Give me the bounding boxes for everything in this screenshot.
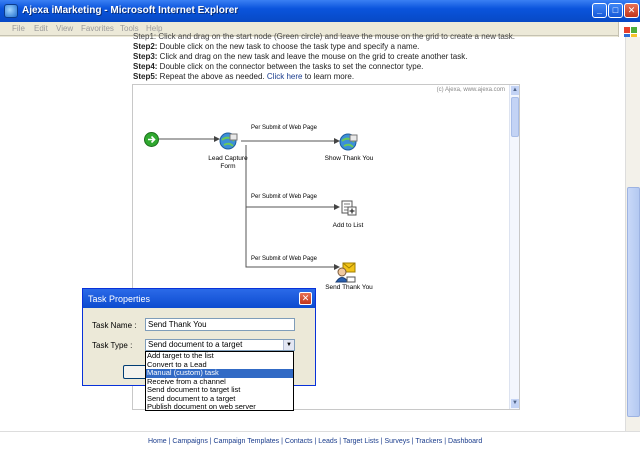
task-type-dropdown-list[interactable]: Add target to the list Convert to a Lead… <box>145 351 294 411</box>
web-page-task-icon[interactable] <box>339 132 359 152</box>
start-node-icon[interactable] <box>144 132 159 147</box>
node-label-lead-capture: Lead Capture Form <box>208 155 248 170</box>
window-titlebar: Ajexa iMarketing - Microsoft Internet Ex… <box>0 0 640 22</box>
maximize-button[interactable]: □ <box>608 3 623 18</box>
menu-file[interactable]: File <box>12 24 25 33</box>
menu-view[interactable]: View <box>56 24 73 33</box>
menu-edit[interactable]: Edit <box>34 24 48 33</box>
node-label-send-thank-you: Send Thank You <box>325 284 373 291</box>
step3-label: Step3: <box>133 52 158 61</box>
footer-link-campaigns[interactable]: Campaigns <box>172 438 207 445</box>
step3-text: Step3: Click and drag on the new task an… <box>133 52 467 61</box>
task-type-value: Send document to a target <box>148 340 243 349</box>
step5-tail: to learn more. <box>302 72 355 81</box>
menu-favorites[interactable]: Favorites <box>81 24 114 33</box>
step1-text: Step1: Click and drag on the start node … <box>133 32 515 41</box>
footer-link-leads[interactable]: Leads <box>318 438 337 445</box>
footer-link-home[interactable]: Home <box>148 438 167 445</box>
step2-text: Step2: Double click on the new task to c… <box>133 42 419 51</box>
edge-label[interactable]: Per Submit of Web Page <box>251 125 317 131</box>
task-name-input[interactable]: Send Thank You <box>145 318 295 331</box>
learn-more-link[interactable]: Click here <box>267 72 303 81</box>
canvas-scroll-down-icon[interactable]: ▼ <box>511 399 519 408</box>
step2-label: Step2: <box>133 42 158 51</box>
footer-link-surveys[interactable]: Surveys <box>384 438 409 445</box>
step2-body: Double click on the new task to choose t… <box>157 42 420 51</box>
dialog-titlebar[interactable]: Task Properties ✕ <box>83 289 315 308</box>
canvas-scroll-up-icon[interactable]: ▲ <box>511 86 519 95</box>
footer-link-contacts[interactable]: Contacts <box>285 438 313 445</box>
task-type-label: Task Type : <box>92 341 133 350</box>
step3-body: Click and drag on the new task and leave… <box>157 52 468 61</box>
minimize-button[interactable]: _ <box>592 3 607 18</box>
canvas-scrollbar-thumb[interactable] <box>511 97 519 137</box>
footer-nav: Home | Campaigns | Campaign Templates | … <box>0 431 640 449</box>
add-to-list-task-icon[interactable] <box>341 200 357 216</box>
footer-link-dashboard[interactable]: Dashboard <box>448 438 482 445</box>
page-scrollbar-thumb[interactable] <box>627 187 640 417</box>
edge-label[interactable]: Per Submit of Web Page <box>251 256 317 262</box>
step5-label: Step5: <box>133 72 158 81</box>
task-name-label: Task Name : <box>92 321 137 330</box>
close-button[interactable]: ✕ <box>624 3 639 18</box>
task-type-select[interactable]: Send document to a target ▼ <box>145 339 295 351</box>
footer-link-campaign-templates[interactable]: Campaign Templates <box>214 438 280 445</box>
step4-text: Step4: Double click on the connector bet… <box>133 62 423 71</box>
dialog-title: Task Properties <box>88 294 151 304</box>
footer-links: Home | Campaigns | Campaign Templates | … <box>148 438 482 445</box>
dialog-close-icon[interactable]: ✕ <box>299 292 312 305</box>
page-scrollbar[interactable] <box>625 37 640 431</box>
footer-link-trackers[interactable]: Trackers <box>415 438 442 445</box>
step4-body: Double click on the connector between th… <box>157 62 424 71</box>
step4-label: Step4: <box>133 62 158 71</box>
window-title: Ajexa iMarketing - Microsoft Internet Ex… <box>22 5 239 16</box>
node-label-show-thank-you: Show Thank You <box>324 155 374 162</box>
footer-link-target-lists[interactable]: Target Lists <box>343 438 379 445</box>
ie-icon <box>4 4 18 18</box>
node-label-add-to-list: Add to List <box>332 222 364 229</box>
step5-text: Step5: Repeat the above as needed. Click… <box>133 72 354 81</box>
web-form-task-icon[interactable] <box>219 131 239 151</box>
edge-label[interactable]: Per Submit of Web Page <box>251 194 317 200</box>
task-type-option[interactable]: Publish document on web server <box>146 402 293 412</box>
chevron-down-icon[interactable]: ▼ <box>283 340 294 350</box>
send-document-task-icon[interactable] <box>335 261 357 283</box>
step5-body: Repeat the above as needed. <box>157 72 265 81</box>
